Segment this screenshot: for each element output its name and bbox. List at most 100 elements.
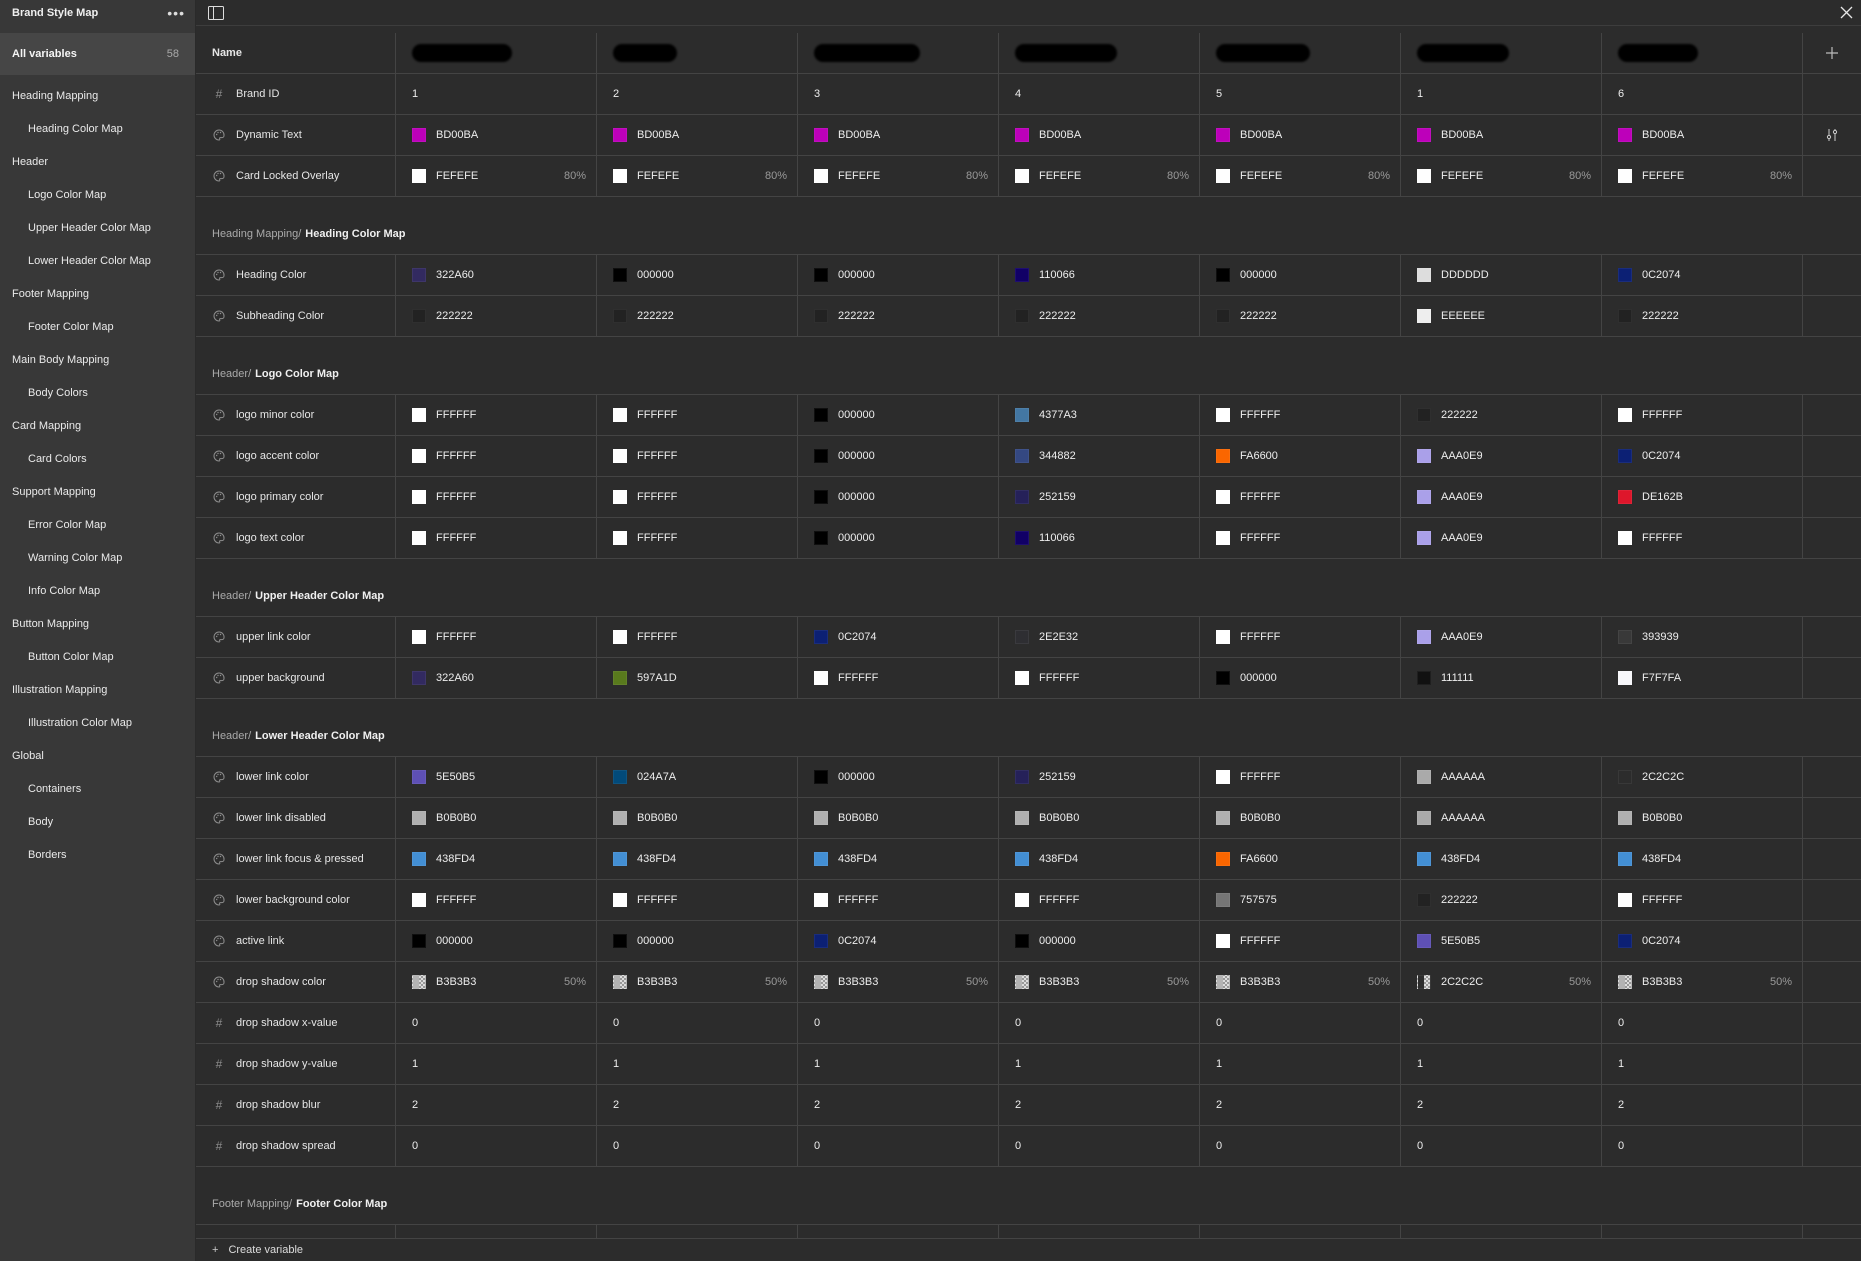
- variable-value-cell[interactable]: 438FD4: [1602, 839, 1803, 879]
- variable-value-cell[interactable]: FFFFFF: [1200, 477, 1401, 517]
- color-swatch[interactable]: [1618, 531, 1632, 545]
- variable-value-cell[interactable]: 1: [999, 1044, 1200, 1084]
- variable-value-cell[interactable]: 000000: [396, 921, 597, 961]
- sidebar-item[interactable]: Support Mapping: [0, 475, 195, 508]
- variable-name-cell[interactable]: logo text color: [196, 518, 396, 558]
- variable-value-cell[interactable]: 0: [1200, 1003, 1401, 1043]
- color-swatch[interactable]: [1417, 852, 1431, 866]
- color-swatch[interactable]: [613, 169, 627, 183]
- variable-value-cell[interactable]: 000000: [597, 921, 798, 961]
- variable-value-cell[interactable]: 2: [597, 1085, 798, 1125]
- color-swatch[interactable]: [1417, 531, 1431, 545]
- variable-value-cell[interactable]: FFFFFF: [798, 880, 999, 920]
- color-swatch[interactable]: [1417, 169, 1431, 183]
- color-swatch[interactable]: [412, 630, 426, 644]
- sidebar-item[interactable]: Button Mapping: [0, 607, 195, 640]
- variable-value-cell[interactable]: FFFFFF: [597, 436, 798, 476]
- variable-value-cell[interactable]: 0: [396, 1126, 597, 1166]
- color-swatch[interactable]: [1417, 770, 1431, 784]
- sidebar-item[interactable]: Header: [0, 145, 195, 178]
- variable-value-cell[interactable]: B0B0B0: [999, 798, 1200, 838]
- color-swatch[interactable]: [412, 268, 426, 282]
- sidebar-item[interactable]: Warning Color Map: [0, 541, 195, 574]
- variable-value-cell[interactable]: 222222: [1401, 880, 1602, 920]
- color-swatch[interactable]: [814, 169, 828, 183]
- color-swatch[interactable]: [412, 811, 426, 825]
- variable-value-cell[interactable]: AAA0E9: [1401, 617, 1602, 657]
- color-swatch[interactable]: [1417, 490, 1431, 504]
- variable-value-cell[interactable]: 393939: [1602, 617, 1803, 657]
- color-swatch[interactable]: [1618, 934, 1632, 948]
- variable-name-cell[interactable]: upper link color: [196, 617, 396, 657]
- variable-value-cell[interactable]: 2: [1602, 1085, 1803, 1125]
- color-swatch[interactable]: [814, 490, 828, 504]
- color-swatch[interactable]: [1618, 490, 1632, 504]
- color-swatch[interactable]: [814, 408, 828, 422]
- toggle-sidebar-icon[interactable]: [208, 5, 224, 20]
- variable-value-cell[interactable]: B3B3B3 50%: [798, 962, 999, 1002]
- color-swatch[interactable]: [1417, 671, 1431, 685]
- variable-value-cell[interactable]: 0: [396, 1003, 597, 1043]
- mode-column-header[interactable]: [798, 33, 999, 73]
- variable-value-cell[interactable]: 344882: [999, 436, 1200, 476]
- variable-value-cell[interactable]: BD00BA: [396, 115, 597, 155]
- sidebar-item[interactable]: Containers: [0, 772, 195, 805]
- color-swatch[interactable]: [1618, 770, 1632, 784]
- variable-value-cell[interactable]: EEEEEE: [1401, 296, 1602, 336]
- color-swatch[interactable]: [1015, 893, 1029, 907]
- sidebar-item[interactable]: Card Colors: [0, 442, 195, 475]
- color-swatch[interactable]: [1618, 811, 1632, 825]
- variable-name-cell[interactable]: # drop shadow y-value: [196, 1044, 396, 1084]
- color-swatch[interactable]: [1618, 975, 1632, 989]
- sidebar-item[interactable]: Body: [0, 805, 195, 838]
- variable-value-cell[interactable]: 0: [1200, 1126, 1401, 1166]
- variable-value-cell[interactable]: FFFFFF: [1200, 395, 1401, 435]
- variable-value-cell[interactable]: 0: [1401, 1003, 1602, 1043]
- variable-value-cell[interactable]: 0: [999, 1126, 1200, 1166]
- color-swatch[interactable]: [613, 268, 627, 282]
- color-swatch[interactable]: [1015, 934, 1029, 948]
- variable-value-cell[interactable]: 1: [1401, 74, 1602, 114]
- table-row[interactable]: upper link color FFFFFF FFFFFF 0C2074 2E2E32…: [196, 617, 1861, 658]
- color-swatch[interactable]: [1618, 169, 1632, 183]
- color-swatch[interactable]: [1015, 811, 1029, 825]
- variable-value-cell[interactable]: 2: [1200, 1085, 1401, 1125]
- more-options-icon[interactable]: •••: [167, 5, 185, 21]
- variable-value-cell[interactable]: 322A60: [396, 658, 597, 698]
- variable-value-cell[interactable]: 438FD4: [1401, 839, 1602, 879]
- color-swatch[interactable]: [1216, 449, 1230, 463]
- table-row[interactable]: logo primary color FFFFFF FFFFFF 000000 2521…: [196, 477, 1861, 518]
- color-swatch[interactable]: [1015, 490, 1029, 504]
- table-row[interactable]: # drop shadow blur 2 2 2 2 2 2 2: [196, 1085, 1861, 1126]
- color-swatch[interactable]: [814, 671, 828, 685]
- edit-variable-icon[interactable]: [1803, 115, 1861, 155]
- table-row[interactable]: # Brand ID 1 2 3 4 5 1 6: [196, 74, 1861, 115]
- color-swatch[interactable]: [814, 531, 828, 545]
- color-swatch[interactable]: [1216, 770, 1230, 784]
- color-swatch[interactable]: [1216, 490, 1230, 504]
- color-swatch[interactable]: [412, 449, 426, 463]
- variable-value-cell[interactable]: AAA0E9: [1401, 477, 1602, 517]
- variable-name-cell[interactable]: # drop shadow blur: [196, 1085, 396, 1125]
- variable-value-cell[interactable]: 000000: [798, 477, 999, 517]
- variable-value-cell[interactable]: 222222: [1200, 296, 1401, 336]
- variable-value-cell[interactable]: 6: [1602, 74, 1803, 114]
- color-swatch[interactable]: [1417, 268, 1431, 282]
- variable-value-cell[interactable]: 438FD4: [396, 839, 597, 879]
- sidebar-item[interactable]: Error Color Map: [0, 508, 195, 541]
- mode-column-header[interactable]: [1401, 33, 1602, 73]
- color-swatch[interactable]: [1216, 169, 1230, 183]
- sidebar-item[interactable]: Body Colors: [0, 376, 195, 409]
- mode-column-header[interactable]: [1200, 33, 1401, 73]
- color-swatch[interactable]: [412, 852, 426, 866]
- variable-value-cell[interactable]: BD00BA: [1200, 115, 1401, 155]
- mode-column-header[interactable]: [597, 33, 798, 73]
- variable-value-cell[interactable]: FFFFFF: [597, 518, 798, 558]
- variable-value-cell[interactable]: FFFFFF: [999, 880, 1200, 920]
- color-swatch[interactable]: [1417, 934, 1431, 948]
- color-swatch[interactable]: [1015, 408, 1029, 422]
- color-swatch[interactable]: [1417, 893, 1431, 907]
- color-swatch[interactable]: [613, 531, 627, 545]
- color-swatch[interactable]: [1417, 975, 1431, 989]
- variable-value-cell[interactable]: 000000: [1200, 255, 1401, 295]
